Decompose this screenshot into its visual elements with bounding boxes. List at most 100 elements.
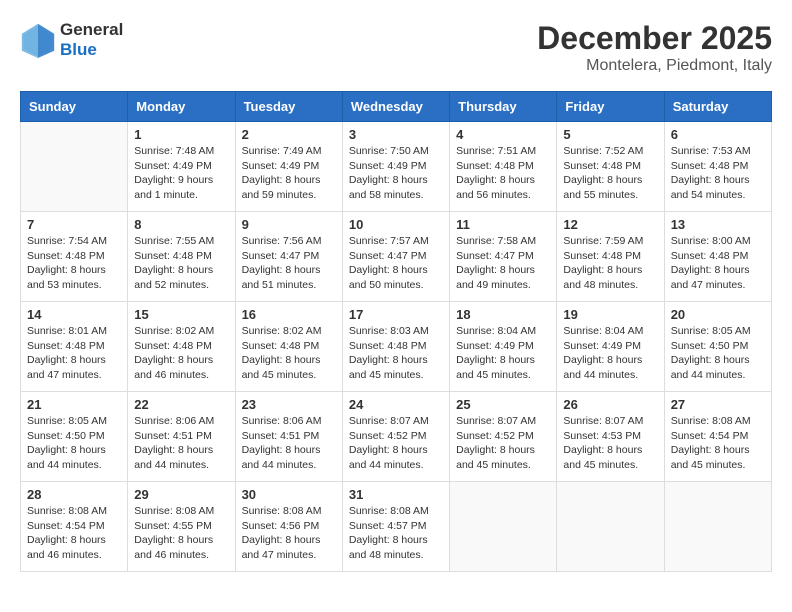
- weekday-header-saturday: Saturday: [664, 92, 771, 122]
- day-number: 2: [242, 127, 336, 142]
- cell-text: Sunrise: 7:58 AM Sunset: 4:47 PM Dayligh…: [456, 234, 550, 293]
- cell-text: Sunrise: 7:57 AM Sunset: 4:47 PM Dayligh…: [349, 234, 443, 293]
- day-number: 23: [242, 397, 336, 412]
- title-block: December 2025 Montelera, Piedmont, Italy: [537, 20, 772, 75]
- day-number: 16: [242, 307, 336, 322]
- calendar-cell: 23 Sunrise: 8:06 AM Sunset: 4:51 PM Dayli…: [235, 392, 342, 482]
- calendar-cell: 17 Sunrise: 8:03 AM Sunset: 4:48 PM Dayli…: [342, 302, 449, 392]
- weekday-header-tuesday: Tuesday: [235, 92, 342, 122]
- calendar-cell: 21Sunrise: 8:05 AM Sunset: 4:50 PM Dayli…: [21, 392, 128, 482]
- day-number: 20: [671, 307, 765, 322]
- calendar-cell: 1Sunrise: 7:48 AM Sunset: 4:49 PM Daylig…: [128, 122, 235, 212]
- cell-text: Sunrise: 8:08 AM Sunset: 4:57 PM Dayligh…: [349, 504, 443, 563]
- week-row-5: 28 Sunrise: 8:08 AM Sunset: 4:54 PM Dayli…: [21, 482, 772, 572]
- day-number: 12: [563, 217, 657, 232]
- cell-text: Sunrise: 8:01 AM Sunset: 4:48 PM Dayligh…: [27, 324, 121, 383]
- day-number: 28: [27, 487, 121, 502]
- cell-text: Sunrise: 8:02 AM Sunset: 4:48 PM Dayligh…: [134, 324, 228, 383]
- cell-text: Sunrise: 8:06 AM Sunset: 4:51 PM Dayligh…: [134, 414, 228, 473]
- calendar-cell: 11 Sunrise: 7:58 AM Sunset: 4:47 PM Dayli…: [450, 212, 557, 302]
- calendar-cell: 12 Sunrise: 7:59 AM Sunset: 4:48 PM Dayli…: [557, 212, 664, 302]
- logo-icon: [20, 22, 56, 58]
- calendar-table: SundayMondayTuesdayWednesdayThursdayFrid…: [20, 91, 772, 572]
- day-number: 31: [349, 487, 443, 502]
- calendar-cell: 8 Sunrise: 7:55 AM Sunset: 4:48 PM Daylig…: [128, 212, 235, 302]
- calendar-cell: 16 Sunrise: 8:02 AM Sunset: 4:48 PM Dayli…: [235, 302, 342, 392]
- day-number: 15: [134, 307, 228, 322]
- day-number: 7: [27, 217, 121, 232]
- calendar-cell: 24Sunrise: 8:07 AM Sunset: 4:52 PM Dayli…: [342, 392, 449, 482]
- calendar-cell: 20 Sunrise: 8:05 AM Sunset: 4:50 PM Dayli…: [664, 302, 771, 392]
- day-number: 3: [349, 127, 443, 142]
- cell-text: Sunrise: 8:04 AM Sunset: 4:49 PM Dayligh…: [563, 324, 657, 383]
- day-number: 17: [349, 307, 443, 322]
- day-number: 29: [134, 487, 228, 502]
- day-number: 9: [242, 217, 336, 232]
- calendar-cell: [21, 122, 128, 212]
- cell-text: Sunrise: 7:59 AM Sunset: 4:48 PM Dayligh…: [563, 234, 657, 293]
- calendar-cell: 26 Sunrise: 8:07 AM Sunset: 4:53 PM Dayli…: [557, 392, 664, 482]
- day-number: 24: [349, 397, 443, 412]
- week-row-3: 14 Sunrise: 8:01 AM Sunset: 4:48 PM Dayli…: [21, 302, 772, 392]
- calendar-cell: 2 Sunrise: 7:49 AM Sunset: 4:49 PM Daylig…: [235, 122, 342, 212]
- cell-text: Sunrise: 7:54 AM Sunset: 4:48 PM Dayligh…: [27, 234, 121, 293]
- cell-text: Sunrise: 8:07 AM Sunset: 4:52 PM Dayligh…: [456, 414, 550, 473]
- day-number: 30: [242, 487, 336, 502]
- calendar-cell: 22 Sunrise: 8:06 AM Sunset: 4:51 PM Dayli…: [128, 392, 235, 482]
- cell-text: Sunrise: 8:00 AM Sunset: 4:48 PM Dayligh…: [671, 234, 765, 293]
- weekday-header-thursday: Thursday: [450, 92, 557, 122]
- week-row-1: 1Sunrise: 7:48 AM Sunset: 4:49 PM Daylig…: [21, 122, 772, 212]
- cell-text: Sunrise: 8:04 AM Sunset: 4:49 PM Dayligh…: [456, 324, 550, 383]
- calendar-cell: 13 Sunrise: 8:00 AM Sunset: 4:48 PM Dayli…: [664, 212, 771, 302]
- day-number: 5: [563, 127, 657, 142]
- calendar-cell: 25Sunrise: 8:07 AM Sunset: 4:52 PM Dayli…: [450, 392, 557, 482]
- calendar-cell: 6 Sunrise: 7:53 AM Sunset: 4:48 PM Daylig…: [664, 122, 771, 212]
- calendar-cell: 28 Sunrise: 8:08 AM Sunset: 4:54 PM Dayli…: [21, 482, 128, 572]
- cell-text: Sunrise: 8:08 AM Sunset: 4:54 PM Dayligh…: [27, 504, 121, 563]
- calendar-cell: 27 Sunrise: 8:08 AM Sunset: 4:54 PM Dayli…: [664, 392, 771, 482]
- cell-text: Sunrise: 8:06 AM Sunset: 4:51 PM Dayligh…: [242, 414, 336, 473]
- calendar-cell: 31 Sunrise: 8:08 AM Sunset: 4:57 PM Dayli…: [342, 482, 449, 572]
- calendar-cell: 15 Sunrise: 8:02 AM Sunset: 4:48 PM Dayli…: [128, 302, 235, 392]
- day-number: 6: [671, 127, 765, 142]
- cell-text: Sunrise: 8:02 AM Sunset: 4:48 PM Dayligh…: [242, 324, 336, 383]
- weekday-header-monday: Monday: [128, 92, 235, 122]
- day-number: 11: [456, 217, 550, 232]
- cell-text: Sunrise: 7:48 AM Sunset: 4:49 PM Dayligh…: [134, 144, 228, 203]
- cell-text: Sunrise: 8:08 AM Sunset: 4:54 PM Dayligh…: [671, 414, 765, 473]
- day-number: 21: [27, 397, 121, 412]
- calendar-cell: 14 Sunrise: 8:01 AM Sunset: 4:48 PM Dayli…: [21, 302, 128, 392]
- calendar-cell: 19 Sunrise: 8:04 AM Sunset: 4:49 PM Dayli…: [557, 302, 664, 392]
- cell-text: Sunrise: 8:05 AM Sunset: 4:50 PM Dayligh…: [671, 324, 765, 383]
- cell-text: Sunrise: 8:08 AM Sunset: 4:55 PM Dayligh…: [134, 504, 228, 563]
- day-number: 26: [563, 397, 657, 412]
- calendar-cell: [450, 482, 557, 572]
- cell-text: Sunrise: 8:08 AM Sunset: 4:56 PM Dayligh…: [242, 504, 336, 563]
- cell-text: Sunrise: 7:56 AM Sunset: 4:47 PM Dayligh…: [242, 234, 336, 293]
- location-subtitle: Montelera, Piedmont, Italy: [537, 57, 772, 75]
- cell-text: Sunrise: 7:49 AM Sunset: 4:49 PM Dayligh…: [242, 144, 336, 203]
- day-number: 13: [671, 217, 765, 232]
- calendar-cell: 29 Sunrise: 8:08 AM Sunset: 4:55 PM Dayli…: [128, 482, 235, 572]
- day-number: 19: [563, 307, 657, 322]
- cell-text: Sunrise: 8:07 AM Sunset: 4:53 PM Dayligh…: [563, 414, 657, 473]
- month-year-title: December 2025: [537, 20, 772, 57]
- day-number: 18: [456, 307, 550, 322]
- page-header: General Blue December 2025 Montelera, Pi…: [20, 20, 772, 75]
- day-number: 4: [456, 127, 550, 142]
- day-number: 14: [27, 307, 121, 322]
- day-number: 22: [134, 397, 228, 412]
- week-row-4: 21Sunrise: 8:05 AM Sunset: 4:50 PM Dayli…: [21, 392, 772, 482]
- cell-text: Sunrise: 7:50 AM Sunset: 4:49 PM Dayligh…: [349, 144, 443, 203]
- day-number: 27: [671, 397, 765, 412]
- day-number: 8: [134, 217, 228, 232]
- cell-text: Sunrise: 7:53 AM Sunset: 4:48 PM Dayligh…: [671, 144, 765, 203]
- calendar-cell: [664, 482, 771, 572]
- calendar-cell: 9 Sunrise: 7:56 AM Sunset: 4:47 PM Daylig…: [235, 212, 342, 302]
- cell-text: Sunrise: 7:55 AM Sunset: 4:48 PM Dayligh…: [134, 234, 228, 293]
- calendar-cell: 7 Sunrise: 7:54 AM Sunset: 4:48 PM Daylig…: [21, 212, 128, 302]
- week-row-2: 7 Sunrise: 7:54 AM Sunset: 4:48 PM Daylig…: [21, 212, 772, 302]
- cell-text: Sunrise: 8:03 AM Sunset: 4:48 PM Dayligh…: [349, 324, 443, 383]
- calendar-cell: 18 Sunrise: 8:04 AM Sunset: 4:49 PM Dayli…: [450, 302, 557, 392]
- calendar-cell: 30 Sunrise: 8:08 AM Sunset: 4:56 PM Dayli…: [235, 482, 342, 572]
